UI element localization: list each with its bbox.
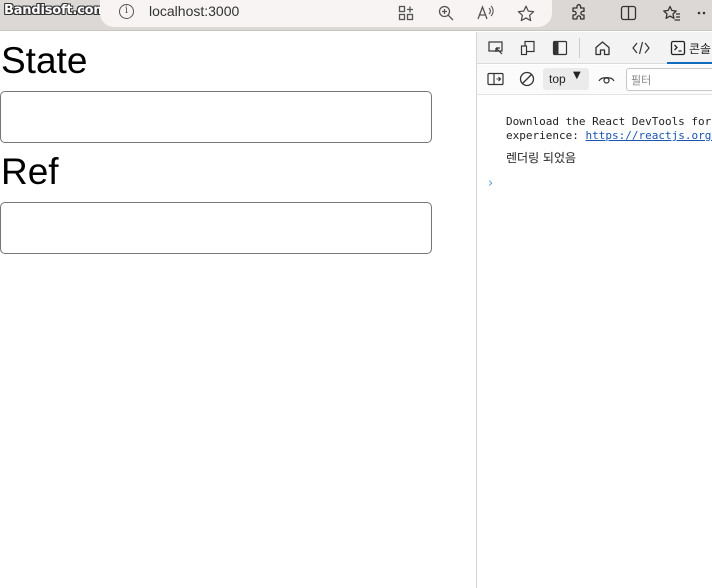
ref-heading: Ref <box>1 151 59 192</box>
state-heading: State <box>1 40 88 81</box>
console-icon <box>667 37 689 59</box>
devtools-panel: 콘솔 top ▼ Download the React DevTools for… <box>476 32 712 588</box>
context-label: top <box>549 72 566 86</box>
console-prompt-chevron-icon[interactable]: › <box>488 176 493 191</box>
extensions-icon[interactable] <box>568 2 590 24</box>
elements-icon[interactable] <box>630 37 652 59</box>
watermark-logo: Bandisoft.com <box>4 3 107 18</box>
favorites-icon[interactable] <box>661 2 683 24</box>
active-tab-indicator <box>667 62 712 64</box>
browser-toolbar: Bandisoft.com i localhost:3000 <box>0 0 712 31</box>
toolbar-divider <box>579 38 580 58</box>
tab-console[interactable]: 콘솔 <box>665 32 712 64</box>
console-message: experience: https://reactjs.org/ <box>506 129 712 143</box>
console-message: Download the React DevTools for <box>506 115 712 128</box>
react-devtools-link[interactable]: https://reactjs.org/ <box>585 129 712 142</box>
info-icon[interactable]: i <box>119 4 134 19</box>
console-toolbar: top ▼ <box>477 65 712 95</box>
context-selector[interactable]: top ▼ <box>543 68 589 90</box>
filter-field[interactable] <box>626 68 712 91</box>
more-icon[interactable] <box>696 2 712 24</box>
split-screen-icon[interactable] <box>617 2 639 24</box>
page-content: State Ref <box>0 32 476 588</box>
clear-console-icon[interactable] <box>516 68 538 90</box>
console-output: Download the React DevTools for experien… <box>477 96 712 588</box>
state-input[interactable] <box>0 91 432 143</box>
console-message-prefix: experience: <box>506 129 586 142</box>
read-aloud-icon[interactable] <box>475 2 497 24</box>
apps-icon[interactable] <box>395 2 417 24</box>
inspect-icon[interactable] <box>485 37 507 59</box>
zoom-icon[interactable] <box>435 2 457 24</box>
ref-input[interactable] <box>0 202 432 254</box>
filter-input[interactable] <box>627 71 712 91</box>
favorite-star-icon[interactable] <box>515 2 537 24</box>
live-expression-eye-icon[interactable] <box>595 68 617 90</box>
sidebar-toggle-icon[interactable] <box>484 68 506 90</box>
devtools-tab-bar: 콘솔 <box>477 32 712 64</box>
device-emulation-icon[interactable] <box>517 37 539 59</box>
url-text[interactable]: localhost:3000 <box>149 3 239 19</box>
console-tab-label: 콘솔 <box>689 42 712 56</box>
dock-icon[interactable] <box>549 37 571 59</box>
console-log-message: 렌더링 되었음 <box>506 151 577 165</box>
welcome-home-icon[interactable] <box>591 37 613 59</box>
chevron-down-icon: ▼ <box>573 70 581 81</box>
